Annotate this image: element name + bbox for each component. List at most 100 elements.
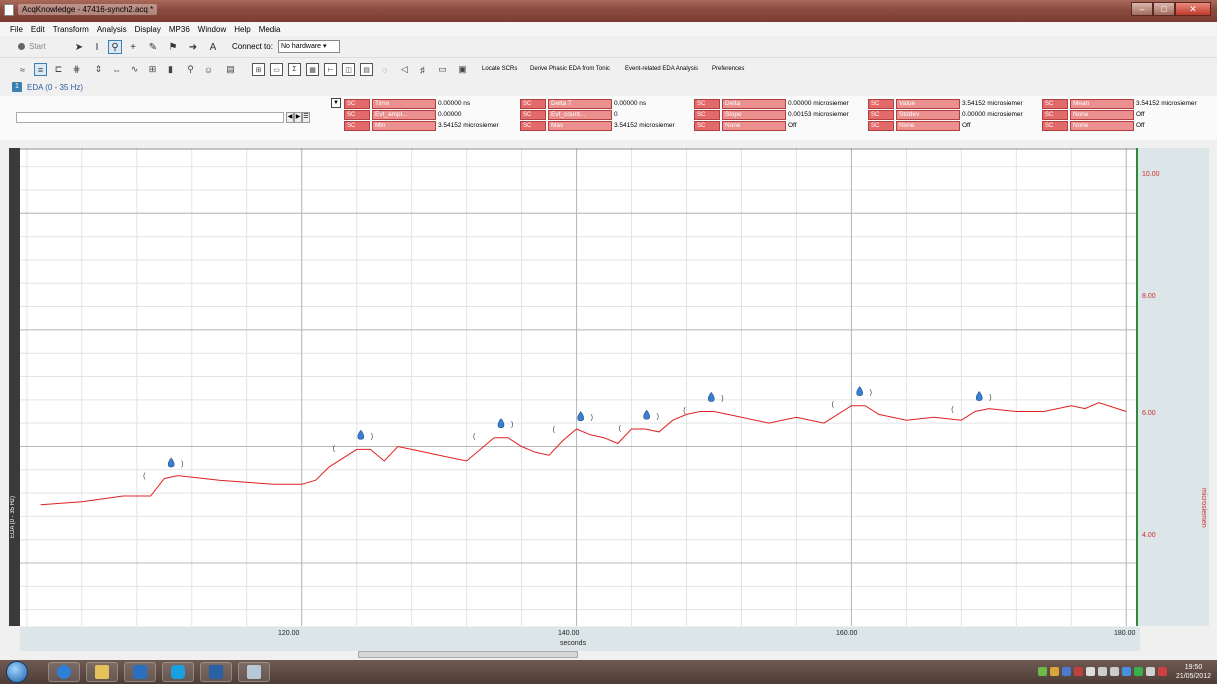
annotation-tool-icon[interactable]: A — [206, 40, 220, 54]
measure-icon[interactable]: ▭ — [270, 63, 283, 76]
measurement-function-select[interactable]: Slope — [722, 110, 786, 120]
locate-scrs-button[interactable]: Locate SCRs — [482, 66, 517, 72]
channel-icon[interactable]: ∿ — [128, 63, 141, 76]
channel-select[interactable]: SC — [694, 110, 720, 120]
ibeam-tool-icon[interactable]: I — [90, 40, 104, 54]
menu-file[interactable]: File — [10, 25, 23, 34]
eda-chart[interactable]: ()()()()()()()() — [20, 148, 1140, 626]
graph-area[interactable]: EDA (0 - 35 Hz) ()()()()()()()() — [9, 148, 1140, 626]
channel-select[interactable]: SC — [344, 121, 370, 131]
tray-icon[interactable] — [1158, 667, 1167, 676]
tray-icon[interactable] — [1038, 667, 1047, 676]
close-button[interactable]: ✕ — [1175, 2, 1211, 16]
taskbar-ie-icon[interactable] — [48, 662, 80, 682]
people-icon[interactable]: ☺ — [202, 63, 215, 76]
media-icon[interactable]: ♯ — [416, 63, 429, 76]
journal-input[interactable] — [16, 112, 284, 123]
measurement-function-select[interactable]: None — [896, 121, 960, 131]
sum-icon[interactable]: Σ — [288, 63, 301, 76]
measurement-function-select[interactable]: Stddev — [896, 110, 960, 120]
menu-analysis[interactable]: Analysis — [97, 25, 127, 34]
menu-window[interactable]: Window — [198, 25, 226, 34]
channel-select[interactable]: SC — [520, 99, 546, 109]
measurement-function-select[interactable]: None — [722, 121, 786, 131]
horizontal-scale-icon[interactable]: ⇔ — [110, 63, 123, 76]
channel-select[interactable]: SC — [344, 99, 370, 109]
table-icon[interactable]: ▦ — [306, 63, 319, 76]
tray-icon[interactable] — [1050, 667, 1059, 676]
measurement-function-select[interactable]: Min — [372, 121, 436, 131]
journal-icon[interactable]: ◫ — [342, 63, 355, 76]
pencil-tool-icon[interactable]: ✎ — [146, 40, 160, 54]
measurement-function-select[interactable]: None — [1070, 121, 1134, 131]
volume-icon[interactable] — [1110, 667, 1119, 676]
nav-next-icon[interactable]: ▶ — [294, 112, 302, 123]
x-axis-panel[interactable]: 120.00 140.00 160.00 180.00 seconds — [20, 627, 1140, 651]
tray-icon[interactable] — [1146, 667, 1155, 676]
measurement-function-select[interactable]: Time — [372, 99, 436, 109]
scale-icon[interactable]: ⋕ — [70, 63, 83, 76]
taskbar-explorer-icon[interactable] — [86, 662, 118, 682]
event-related-eda-button[interactable]: Event-related EDA Analysis — [625, 66, 698, 72]
channel-select[interactable]: SC — [1042, 121, 1068, 131]
channel-select[interactable]: SC — [344, 110, 370, 120]
start-button[interactable]: Start — [18, 42, 46, 51]
tray-icon[interactable] — [1122, 667, 1131, 676]
taskbar-acqknowledge-icon[interactable] — [238, 662, 270, 682]
clock[interactable]: 19:50 21/05/2012 — [1176, 663, 1211, 681]
info-icon[interactable]: ◌ — [378, 63, 391, 76]
channel-select[interactable]: SC — [868, 99, 894, 109]
person-icon[interactable]: ⚲ — [184, 63, 197, 76]
tray-icon[interactable] — [1134, 667, 1143, 676]
speaker-icon[interactable]: ◁ — [398, 63, 411, 76]
measurement-function-select[interactable]: Delta T — [548, 99, 612, 109]
tray-icon[interactable] — [1086, 667, 1095, 676]
scrollbar-thumb[interactable] — [358, 651, 578, 658]
channel-select[interactable]: SC — [868, 121, 894, 131]
channel-select[interactable]: SC — [520, 110, 546, 120]
horizontal-scrollbar[interactable] — [20, 651, 1140, 659]
grid-lines-icon[interactable]: ⊞ — [146, 63, 159, 76]
menu-help[interactable]: Help — [234, 25, 250, 34]
channel-select[interactable]: SC — [1042, 99, 1068, 109]
taskbar-skype-icon[interactable] — [162, 662, 194, 682]
measurement-function-select[interactable]: Value — [896, 99, 960, 109]
start-orb-icon[interactable] — [6, 661, 28, 683]
channel-label[interactable]: EDA (0 - 35 Hz) — [27, 83, 83, 92]
stacked-view-icon[interactable]: ≡ — [34, 63, 47, 76]
tray-icon[interactable] — [1062, 667, 1071, 676]
channel-select[interactable]: SC — [694, 121, 720, 131]
measurement-function-select[interactable]: Delta — [722, 99, 786, 109]
y-axis-panel[interactable]: 10.00 8.00 6.00 4.00 microsiemen — [1136, 148, 1212, 626]
overlap-view-icon[interactable]: ⊏ — [52, 63, 65, 76]
measurement-function-select[interactable]: None — [1070, 110, 1134, 120]
channel-select[interactable]: SC — [694, 99, 720, 109]
connect-select[interactable]: No hardware ▾ — [278, 40, 340, 53]
taskbar-word-icon[interactable] — [200, 662, 232, 682]
database-icon[interactable]: ▣ — [456, 63, 469, 76]
network-icon[interactable] — [1098, 667, 1107, 676]
taskbar-media-icon[interactable] — [124, 662, 156, 682]
measurement-function-select[interactable]: Evt_count... — [548, 110, 612, 120]
waveform-icon[interactable]: ≈ — [16, 63, 29, 76]
marker-list-icon[interactable]: ⊢ — [324, 63, 337, 76]
menu-display[interactable]: Display — [135, 25, 161, 34]
video-icon[interactable]: ▭ — [436, 63, 449, 76]
marker-tool-icon[interactable]: ⚑ — [166, 40, 180, 54]
grid-toggle-icon[interactable]: ⊞ — [252, 63, 265, 76]
channel-select[interactable]: SC — [1042, 110, 1068, 120]
nav-prev-icon[interactable]: ◀ — [286, 112, 294, 123]
report-icon[interactable]: ▤ — [360, 63, 373, 76]
channel-select[interactable]: SC — [520, 121, 546, 131]
derive-phasic-button[interactable]: Derive Phasic EDA from Tonic — [530, 66, 610, 72]
channel-select[interactable]: SC — [868, 110, 894, 120]
preferences-button[interactable]: Preferences — [712, 66, 744, 72]
measurement-function-select[interactable]: Max — [548, 121, 612, 131]
maximize-button[interactable]: □ — [1153, 2, 1175, 16]
crosshair-tool-icon[interactable]: + — [126, 40, 140, 54]
folder-icon[interactable]: ▤ — [224, 63, 237, 76]
menu-transform[interactable]: Transform — [53, 25, 89, 34]
tray-icon[interactable] — [1074, 667, 1083, 676]
menu-media[interactable]: Media — [259, 25, 281, 34]
menu-mp36[interactable]: MP36 — [169, 25, 190, 34]
